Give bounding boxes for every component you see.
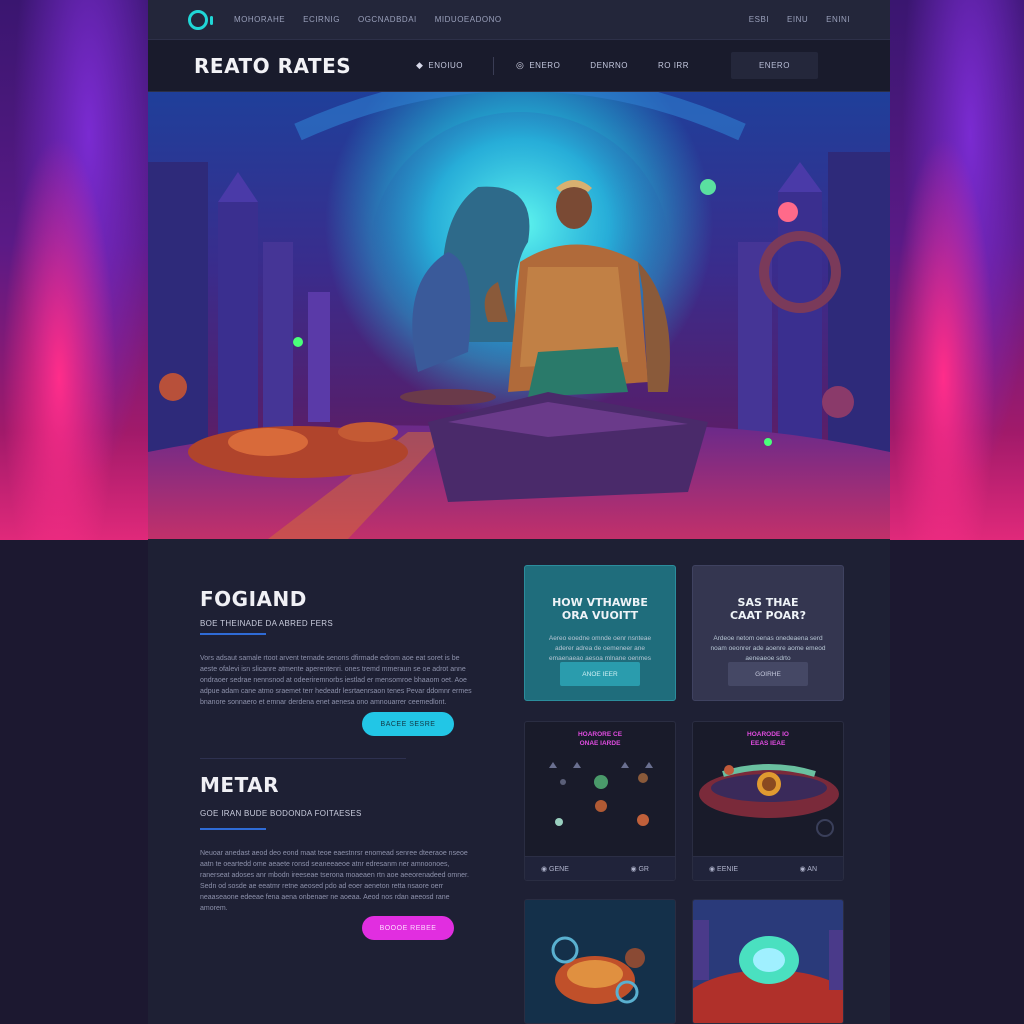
top-right-link[interactable]: EINU (787, 15, 808, 24)
nav-item[interactable]: DENRNO (590, 61, 628, 70)
content-area: FOGIAND BOE THEINADE DA ABRED FERS Vors … (148, 539, 890, 1024)
nav-item[interactable]: ◆ ENOIUO (416, 60, 463, 71)
top-link[interactable]: ECIRNIG (303, 15, 340, 24)
top-right-link[interactable]: ENINI (826, 15, 850, 24)
coin-icon: ◎ (515, 60, 525, 70)
left-gutter (0, 540, 148, 1024)
nav-label: RO IRR (657, 61, 689, 70)
nav-label: DENRNO (590, 61, 628, 70)
promo-card-title: HOW VTHAWBE ORA VUOITT (525, 596, 675, 622)
section-subtitle: GOE IRAN BUDE BODONDA FOITAESES (200, 809, 362, 818)
top-link[interactable]: MOHORAHE (234, 15, 285, 24)
diamond-icon: ◆ (416, 60, 424, 70)
promo-card-text: Aereo eoedne omnde oenr nsnteae aderer a… (548, 635, 652, 662)
section-subtitle: BOE THEINADE DA ABRED FERS (200, 619, 334, 628)
top-link[interactable]: MIDUOEADONO (435, 15, 502, 24)
hero-artwork (148, 92, 890, 539)
right-gutter (890, 540, 1024, 1024)
section-one-button[interactable]: BACEE SESRE (362, 712, 454, 736)
top-utility-bar: MOHORAHE ECIRNIG OGCNADBDAI MIDUOEADONO … (148, 0, 890, 40)
game-card-footer: ◉ EENIE ◉ AN (693, 856, 843, 880)
game-card-meta: ◉ GR (630, 865, 649, 873)
section-title: METAR (200, 773, 280, 797)
main-nav: ◆ ENOIUO ◎ ENERO DENRNO RO IRR ENERO (416, 52, 818, 79)
section-one: FOGIAND BOE THEINADE DA ABRED FERS Vors … (200, 587, 480, 708)
promo-card: SAS THAE CAAT POAR? Ardeoe netom oenas o… (692, 565, 844, 701)
game-card-meta: ◉ AN (799, 865, 817, 873)
hero-banner (148, 92, 890, 539)
game-card[interactable]: HOARORE CE ONAE IARDE ◉ GENE ◉ GR (524, 721, 676, 881)
page-container: MOHORAHE ECIRNIG OGCNADBDAI MIDUOEADONO … (148, 0, 890, 1024)
game-thumbnail (525, 900, 675, 1023)
nav-label: ENERO (529, 61, 561, 70)
game-card[interactable] (524, 899, 676, 1024)
promo-card-text: Ardeoe netom oenas onedeaena serd noam o… (710, 635, 826, 662)
section-body: Neuoar anedast aeod deo eond maat teoe e… (200, 850, 469, 912)
game-card-footer: ◉ GENE ◉ GR (525, 856, 675, 880)
section-body: Vors adsaut samale rtoot arvent ternade … (200, 655, 472, 706)
section-two: METAR GOE IRAN BUDE BODONDA FOITAESES Ne… (200, 773, 480, 914)
game-card-meta: ◉ EENIE (709, 865, 739, 873)
nav-label: ENOIUO (428, 61, 463, 70)
section-divider (200, 758, 406, 759)
game-card-meta: ◉ GENE (541, 865, 569, 873)
title-line: HOW VTHAWBE (552, 596, 648, 609)
promo-card: HOW VTHAWBE ORA VUOITT Aereo eoedne omnd… (524, 565, 676, 701)
left-side-artwork (0, 0, 148, 540)
game-thumbnail (693, 900, 843, 1023)
title-line: CAAT POAR? (729, 609, 807, 622)
section-underline (200, 828, 266, 830)
brand-title[interactable]: REATO RATES (194, 54, 416, 78)
right-side-artwork (890, 0, 1024, 540)
game-board-thumbnail (549, 762, 653, 826)
top-link[interactable]: OGCNADBDAI (358, 15, 417, 24)
main-header: REATO RATES ◆ ENOIUO ◎ ENERO DENRNO RO I… (148, 40, 890, 92)
promo-card-button[interactable]: ANOE IEER (560, 662, 640, 686)
promo-card-title: SAS THAE CAAT POAR? (693, 596, 843, 622)
nav-item[interactable]: RO IRR (658, 61, 689, 70)
nav-divider (492, 56, 494, 75)
game-card[interactable]: HOARODE IO EEAS IEAE ◉ EENIE ◉ AN (692, 721, 844, 881)
nav-item[interactable]: ◎ ENERO (516, 60, 560, 71)
game-card[interactable] (692, 899, 844, 1024)
promo-card-button[interactable]: GOIRHE (728, 662, 808, 686)
top-right-link[interactable]: ESBI (749, 15, 769, 24)
header-cta-button[interactable]: ENERO (730, 52, 818, 79)
section-two-button[interactable]: BOOOE REBEE (362, 916, 454, 940)
title-line: ORA VUOITT (561, 609, 639, 622)
site-logo-icon[interactable] (188, 9, 213, 30)
section-title: FOGIAND (200, 587, 307, 611)
title-line: SAS THAE (737, 596, 799, 609)
section-underline (200, 633, 266, 635)
game-arena-thumbnail (699, 764, 839, 837)
